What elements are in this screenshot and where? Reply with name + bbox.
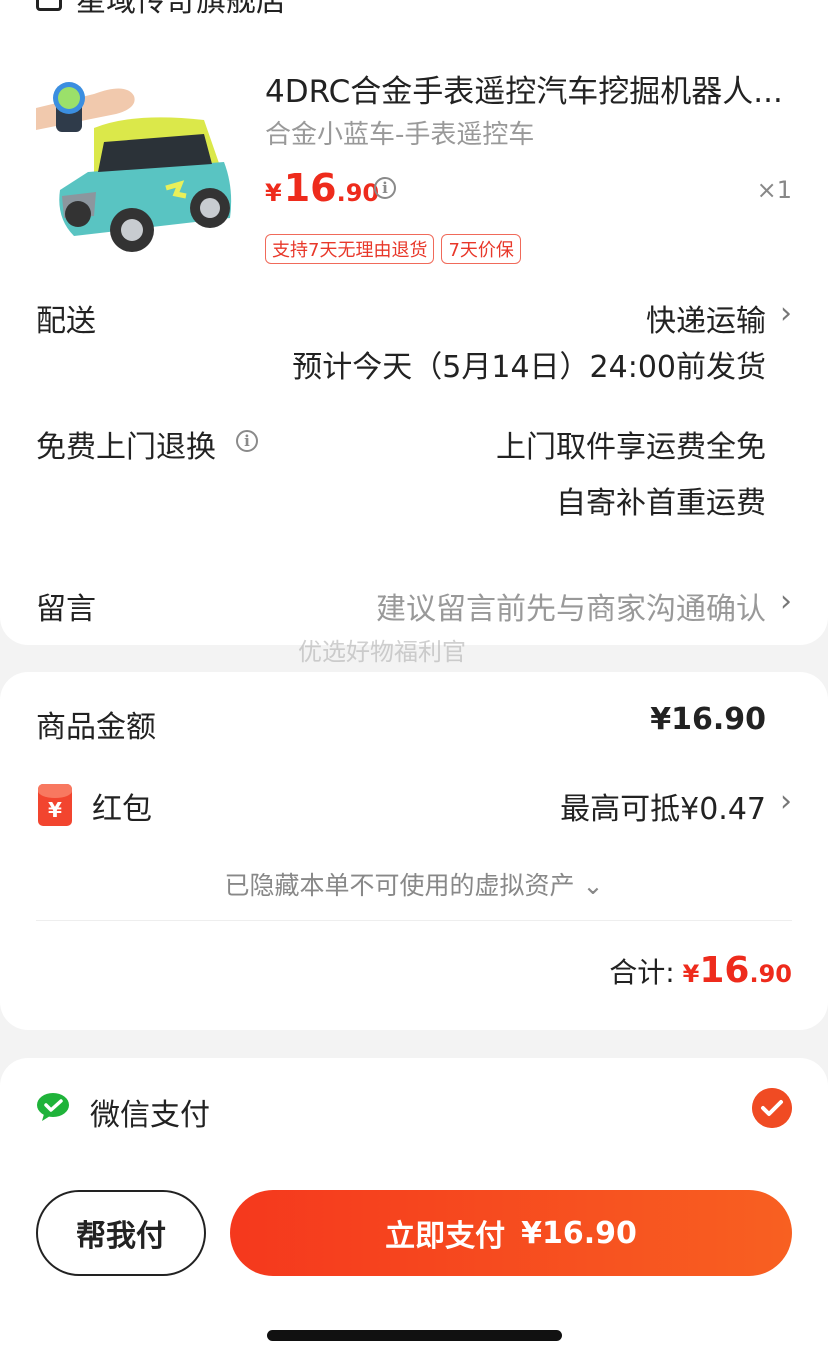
delivery-label: 配送 <box>36 304 96 339</box>
store-row[interactable]: 星域传奇旗舰店 <box>36 0 286 19</box>
tag-price-protection: 7天价保 <box>441 234 521 264</box>
total-decimal: .90 <box>749 960 792 988</box>
delivery-eta: 预计今天（5月14日）24:00前发货 <box>292 350 766 385</box>
service-tags: 支持7天无理由退货 7天价保 <box>265 234 521 264</box>
goods-amount-value: ¥16.90 <box>650 702 766 737</box>
message-input[interactable]: 建议留言前先与商家沟通确认 <box>376 584 766 628</box>
message-label: 留言 <box>36 592 96 627</box>
return-line-2: 自寄补首重运费 <box>556 486 766 521</box>
delivery-chevron-icon[interactable]: › <box>780 296 792 331</box>
message-chevron-icon[interactable]: › <box>780 584 792 619</box>
store-icon <box>36 0 62 11</box>
delivery-method[interactable]: 快递运输 <box>646 296 766 340</box>
total-integer: 16 <box>699 950 750 991</box>
watermark: 优选好物福利官 <box>298 638 466 666</box>
price-info-icon[interactable]: i <box>374 177 396 199</box>
price-symbol: ¥ <box>265 179 282 207</box>
hidden-assets-toggle[interactable]: 已隐藏本单不可使用的虚拟资产 ⌄ <box>0 866 828 902</box>
product-price: ¥ 16 .90 <box>265 166 379 210</box>
pay-now-amount: ¥16.90 <box>521 1215 637 1251</box>
total-symbol: ¥ <box>682 960 700 988</box>
order-total: 合计: ¥ 16 .90 <box>609 950 792 991</box>
order-card: 星域传奇旗舰店 4DRC合金手表遥控汽车挖掘机器人... 合金小蓝车-手表遥控车… <box>0 0 828 645</box>
return-line-1: 上门取件享运费全免 <box>496 430 766 465</box>
summary-divider <box>36 920 792 921</box>
redpack-label: 红包 <box>92 792 152 827</box>
product-quantity: ×1 <box>756 176 792 204</box>
payment-method-label[interactable]: 微信支付 <box>90 1090 210 1134</box>
price-decimal: .90 <box>336 179 380 207</box>
pay-now-label: 立即支付 <box>385 1219 506 1254</box>
checkmark-icon[interactable] <box>752 1088 792 1128</box>
return-info-icon[interactable]: i <box>236 430 258 452</box>
total-label: 合计: <box>609 956 675 989</box>
help-pay-button[interactable]: 帮我付 <box>36 1190 206 1276</box>
redpack-value[interactable]: 最高可抵¥0.47 <box>560 784 766 828</box>
store-name: 星域传奇旗舰店 <box>76 0 286 19</box>
home-indicator[interactable] <box>267 1330 562 1341</box>
product-image[interactable] <box>34 68 244 258</box>
pay-now-button[interactable]: 立即支付 ¥16.90 <box>230 1190 792 1276</box>
price-integer: 16 <box>283 166 337 210</box>
goods-amount-label: 商品金额 <box>36 710 156 745</box>
product-spec: 合金小蓝车-手表遥控车 <box>265 120 535 150</box>
wechat-pay-icon <box>37 1093 69 1121</box>
red-envelope-icon: ¥ <box>38 784 72 826</box>
tag-no-reason-return: 支持7天无理由退货 <box>265 234 435 264</box>
return-service-label: 免费上门退换 <box>36 430 216 465</box>
product-title[interactable]: 4DRC合金手表遥控汽车挖掘机器人... <box>265 66 785 111</box>
redpack-chevron-icon[interactable]: › <box>780 784 792 819</box>
